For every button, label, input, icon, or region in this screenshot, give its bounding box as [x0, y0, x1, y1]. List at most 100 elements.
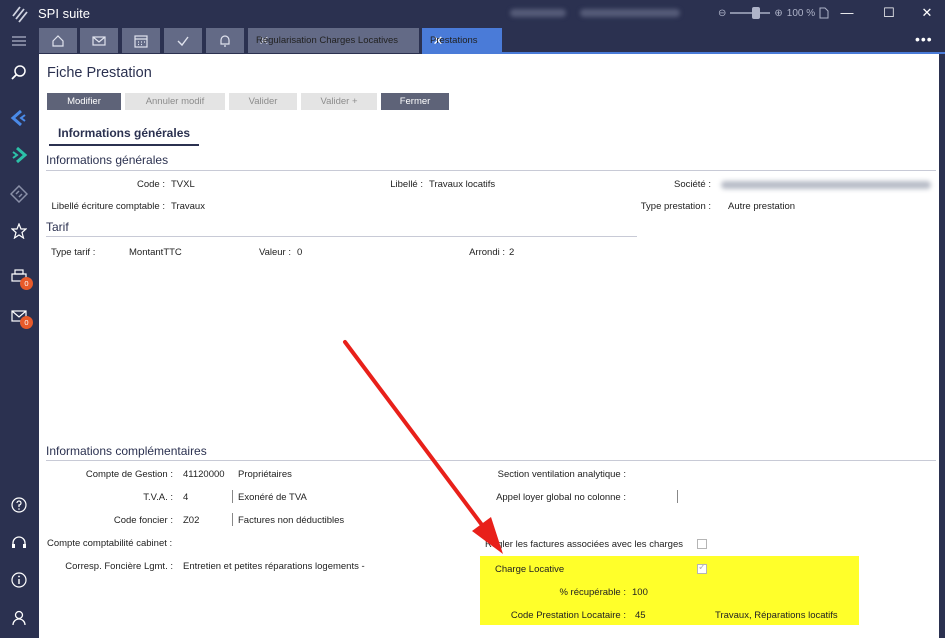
tab-home[interactable]: [39, 28, 77, 53]
search-icon: [11, 65, 26, 80]
minimize-button[interactable]: —: [832, 4, 862, 22]
active-tab-underline: [49, 144, 199, 146]
tab-prestations[interactable]: Prestations ✕: [422, 28, 502, 53]
tab-tasks[interactable]: [164, 28, 202, 53]
libelle-value: Travaux locatifs: [429, 179, 496, 190]
valeur-value: 0: [297, 247, 303, 258]
section-divider: [46, 236, 637, 237]
main-content: Fiche Prestation Modifier Annuler modif …: [39, 54, 939, 638]
code-prestation-locataire-code: 45: [635, 610, 646, 621]
chevron-right-icon: [12, 146, 28, 164]
zoom-control[interactable]: ⊖ ⊕ 100 %: [718, 5, 829, 21]
code-prestation-locataire-label: Code Prestation Locataire :: [510, 610, 626, 621]
code-foncier-value: Factures non déductibles: [238, 515, 345, 526]
section-title-infos-generales: Informations générales: [46, 153, 169, 167]
app-title: SPI suite: [38, 6, 91, 21]
maximize-button[interactable]: ☐: [874, 4, 904, 22]
home-icon: [52, 34, 64, 47]
zoom-slider-knob[interactable]: [752, 7, 761, 19]
tab-notifications[interactable]: [206, 28, 244, 53]
compte-cabinet-label: Compte comptabilité cabinet :: [47, 538, 173, 549]
menu-button[interactable]: [7, 29, 31, 53]
appel-loyer-label: Appel loyer global no colonne :: [496, 492, 626, 503]
sidebar-item-search[interactable]: [7, 61, 31, 85]
corresp-fonciere-label: Corresp. Foncière Lgmt. :: [65, 561, 173, 572]
modifier-button[interactable]: Modifier: [47, 93, 121, 110]
tva-code: 4: [183, 492, 189, 503]
charge-locative-label: Charge Locative: [495, 564, 565, 575]
sidebar-item-support[interactable]: [7, 531, 31, 555]
arrondi-value: 2: [509, 247, 515, 258]
code-label: Code :: [137, 179, 165, 190]
sidebar-item-info[interactable]: [7, 568, 31, 592]
fermer-button[interactable]: Fermer: [381, 93, 449, 110]
tab-mail[interactable]: [80, 28, 118, 53]
mail-icon: [92, 35, 106, 46]
valider-plus-button[interactable]: Valider +: [301, 93, 377, 110]
compte-gestion-label: Compte de Gestion :: [85, 469, 173, 480]
sidebar-item-diamond[interactable]: [7, 182, 31, 206]
recuperable-label: % récupérable :: [559, 587, 626, 598]
arrondi-label: Arrondi :: [469, 247, 505, 258]
chevron-left-icon: [10, 109, 26, 127]
sidebar-item-print[interactable]: 0: [7, 265, 33, 290]
recuperable-value: 100: [632, 587, 648, 598]
calendar-icon: [134, 34, 148, 48]
sidebar-item-favorites[interactable]: [7, 219, 31, 243]
close-button[interactable]: ✕: [912, 4, 942, 22]
diamond-icon: [10, 185, 28, 203]
code-foncier-code: Z02: [183, 515, 200, 526]
zoom-out-icon[interactable]: ⊖: [718, 8, 726, 19]
type-tarif-label: Type tarif :: [51, 247, 96, 258]
regler-factures-label: Régler les factures associées avec les c…: [484, 539, 683, 550]
valider-button[interactable]: Valider: [229, 93, 297, 110]
compte-gestion-code: 41120000: [183, 469, 225, 480]
tab-informations-generales[interactable]: Informations générales: [58, 126, 190, 140]
code-foncier-label: Code foncier :: [113, 515, 173, 526]
checkmark-icon: [177, 36, 189, 46]
tab-prestations-label: Prestations: [430, 35, 478, 46]
code-value: TVXL: [171, 179, 195, 190]
societe-label: Société :: [674, 179, 711, 190]
bell-icon: [220, 34, 230, 47]
charge-locative-checkbox[interactable]: [697, 562, 707, 574]
corresp-fonciere-value: Entretien et petites réparations logemen…: [183, 561, 365, 572]
type-tarif-value: MontantTTC: [129, 247, 182, 258]
field-separator: [677, 490, 678, 503]
sidebar: 0 0: [0, 27, 39, 638]
zoom-slider[interactable]: [730, 7, 771, 19]
section-divider: [46, 460, 936, 461]
annuler-modif-button[interactable]: Annuler modif: [125, 93, 225, 110]
section-divider: [46, 170, 936, 171]
valeur-label: Valeur :: [258, 247, 291, 258]
sidebar-item-mail[interactable]: 0: [7, 304, 33, 329]
libelle-ecriture-label: Libellé écriture comptable :: [51, 201, 165, 212]
regler-factures-checkbox[interactable]: [697, 539, 707, 549]
title-bar: SPI suite ⊖ ⊕ 100 % — ☐ ✕: [0, 0, 945, 27]
type-prestation-value: Autre prestation: [728, 201, 796, 212]
code-prestation-locataire-value: Travaux, Réparations locatifs: [715, 610, 838, 621]
blurred-societe-value: [721, 181, 931, 189]
sidebar-item-next[interactable]: [7, 143, 31, 167]
sidebar-item-user[interactable]: [7, 606, 31, 630]
type-prestation-label: Type prestation :: [640, 201, 711, 212]
tva-value: Exonéré de TVA: [238, 492, 307, 503]
blurred-user-info: [510, 9, 566, 17]
section-ventilation-label: Section ventilation analytique :: [497, 469, 626, 480]
zoom-in-icon[interactable]: ⊕: [774, 8, 782, 19]
tab-regularisation[interactable]: Régularisation Charges Locatives ✕: [248, 28, 419, 53]
print-count-badge: 0: [20, 277, 33, 290]
sidebar-item-previous[interactable]: [7, 106, 31, 130]
spi-logo-icon: [12, 6, 28, 23]
sidebar-item-help[interactable]: [7, 493, 31, 517]
hamburger-icon: [12, 36, 26, 46]
field-separator: [232, 513, 233, 526]
more-options-icon[interactable]: •••: [915, 31, 933, 47]
document-icon[interactable]: [819, 7, 829, 19]
tab-regularisation-label: Régularisation Charges Locatives: [256, 35, 399, 46]
red-arrow-annotation: [343, 340, 503, 554]
user-icon: [12, 610, 26, 626]
tab-calendar[interactable]: [122, 28, 160, 53]
libelle-label: Libellé :: [390, 179, 423, 190]
headset-icon: [12, 536, 26, 548]
